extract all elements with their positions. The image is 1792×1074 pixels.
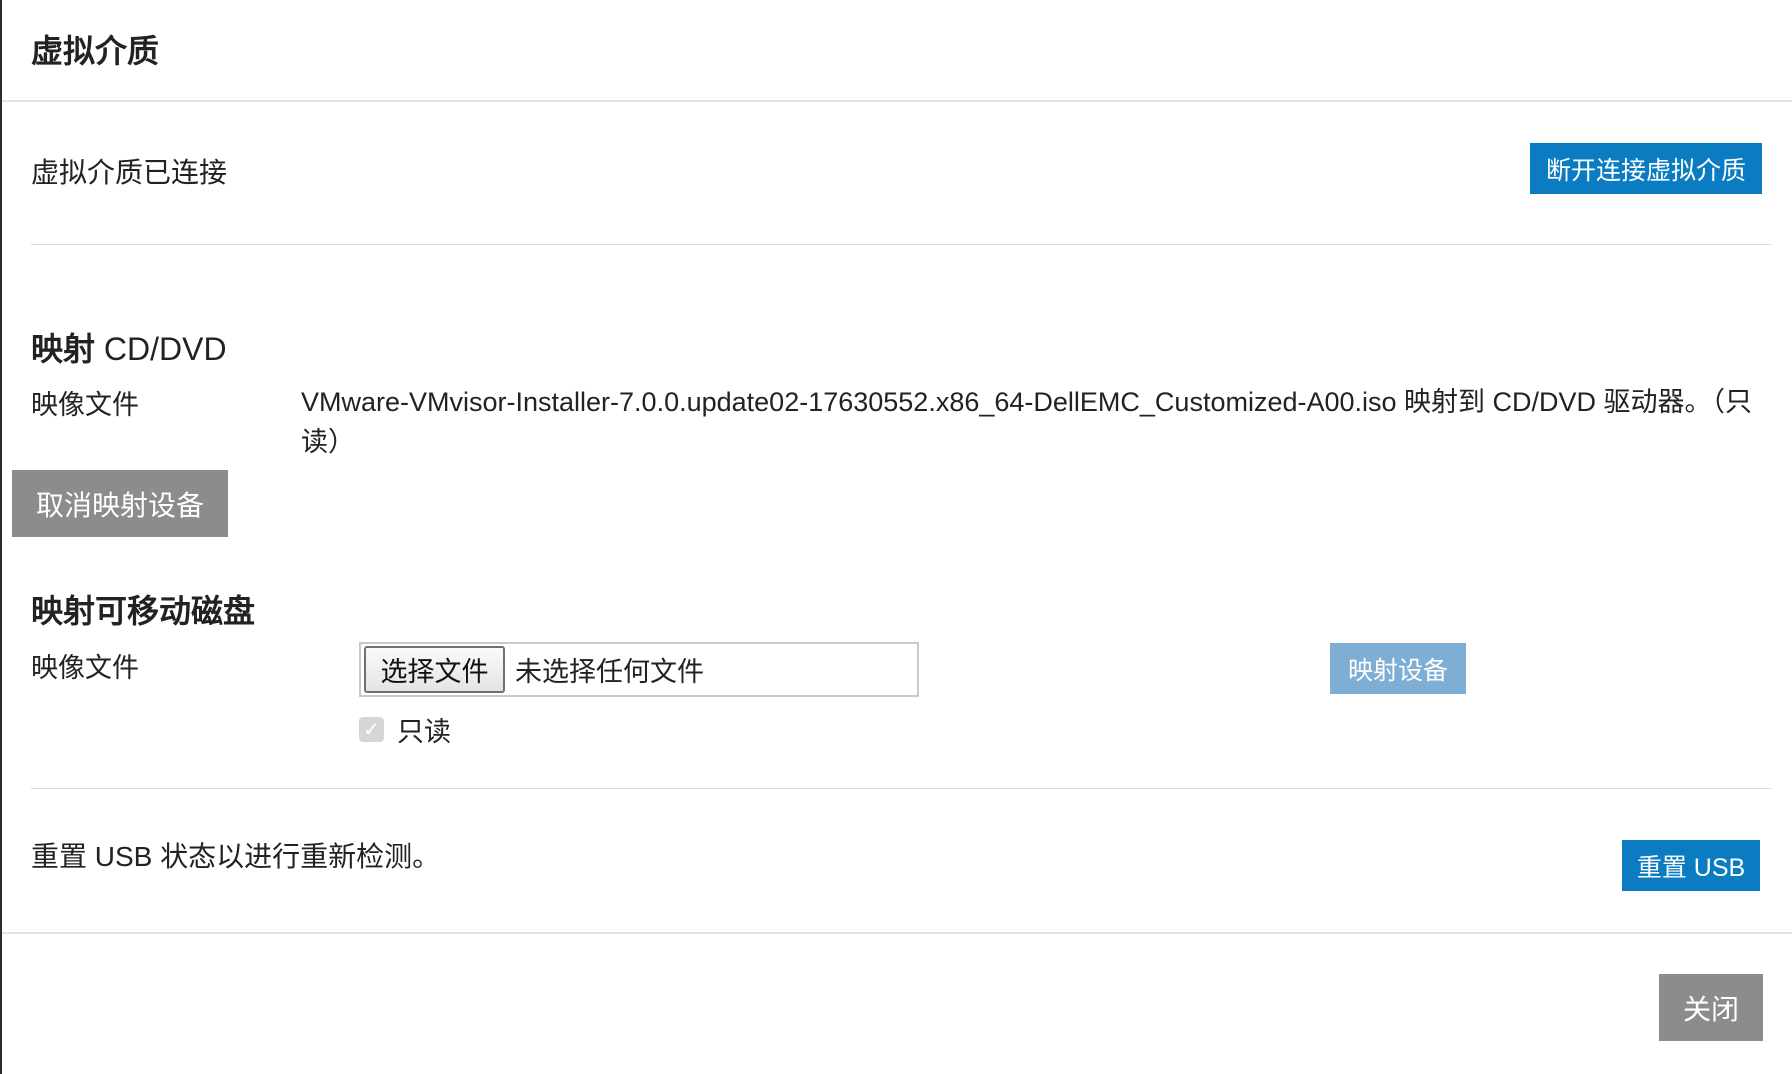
- cd-dvd-image-label: 映像文件: [31, 390, 139, 420]
- title-divider: [2, 100, 1792, 102]
- removable-divider: [31, 788, 1772, 789]
- choose-file-button[interactable]: 选择文件: [364, 646, 505, 693]
- readonly-option: ✓ 只读: [359, 710, 451, 749]
- connection-status-text: 虚拟介质已连接: [31, 157, 228, 188]
- image-file-input[interactable]: 选择文件 未选择任何文件: [359, 642, 919, 697]
- no-file-chosen-text: 未选择任何文件: [515, 657, 704, 687]
- window-edge: [0, 0, 2, 1074]
- readonly-label: 只读: [397, 717, 451, 747]
- virtual-media-dialog: 虚拟介质 虚拟介质已连接 断开连接虚拟介质 映射 CD/DVD 映像文件 VMw…: [0, 0, 1792, 1074]
- reset-usb-description: 重置 USB 状态以进行重新检测。: [31, 841, 441, 872]
- readonly-checkbox[interactable]: ✓: [359, 717, 384, 742]
- reset-usb-button[interactable]: 重置 USB: [1622, 840, 1760, 891]
- cd-dvd-heading: 映射 CD/DVD: [31, 324, 227, 370]
- disconnect-virtual-media-button[interactable]: 断开连接虚拟介质: [1530, 143, 1762, 194]
- map-device-button[interactable]: 映射设备: [1330, 643, 1466, 694]
- unmap-device-button[interactable]: 取消映射设备: [12, 470, 228, 537]
- close-button[interactable]: 关闭: [1659, 974, 1763, 1041]
- removable-disk-heading: 映射可移动磁盘: [31, 593, 256, 629]
- footer-divider: [2, 932, 1792, 934]
- dialog-title: 虚拟介质: [31, 33, 160, 69]
- removable-image-label: 映像文件: [31, 653, 139, 683]
- checkmark-icon: ✓: [363, 719, 380, 741]
- cd-dvd-heading-rest: CD/DVD: [103, 331, 227, 367]
- cd-dvd-heading-bold: 映射: [31, 331, 96, 367]
- connection-divider: [31, 244, 1772, 245]
- cd-dvd-mapped-info: VMware-VMvisor-Installer-7.0.0.update02-…: [301, 387, 1753, 457]
